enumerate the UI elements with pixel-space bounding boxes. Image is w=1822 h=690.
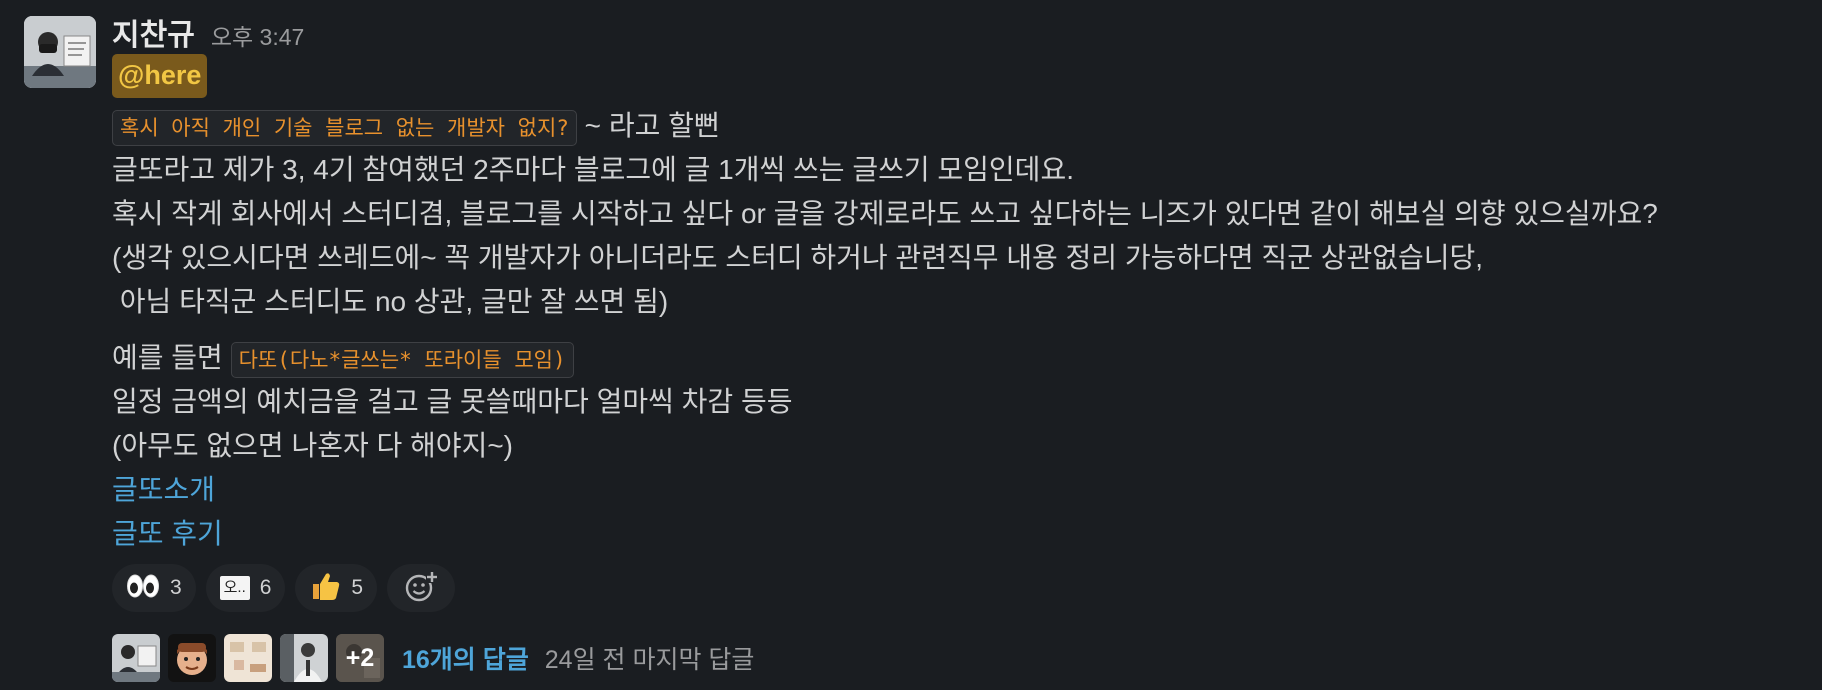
more-count: +2 [345,643,375,672]
thread-replies-link[interactable]: 16개의 답글 [402,640,529,676]
message-line: 일정 금액의 예치금을 걸고 글 못쓸때마다 얼마씩 차감 등등 [112,386,793,417]
thread-more-avatars: +2 [336,634,384,682]
thumbs-up-icon [309,570,341,606]
reaction-thumbs-up[interactable]: 5 [295,564,378,612]
thread-avatar [168,634,216,682]
message-line: (아무도 없으면 나혼자 다 해야지~) [112,430,513,461]
message-body: 지찬규 오후 3:47 @here 혹시 아직 개인 기술 블로그 없는 개발자… [112,10,1802,682]
thread-avatar [224,634,272,682]
message-line: 아님 타직군 스터디도 no 상관, 글만 잘 쓰면 됨) [112,286,669,317]
thread-avatar [112,634,160,682]
message-line: 혹시 작게 회사에서 스터디겸, 블로그를 시작하고 싶다 or 글을 강제로라… [112,198,1658,229]
message-line: (생각 있으시다면 쓰레드에~ 꼭 개발자가 아니더라도 스터디 하거나 관련직… [112,242,1484,273]
here-mention[interactable]: @here [112,54,208,98]
inline-code: 다또(다노*글쓰는* 또라이들 모임) [230,341,574,378]
sender-avatar[interactable] [24,16,96,88]
link-geultto-review[interactable]: 글또 후기 [112,512,1802,556]
sender-name[interactable]: 지찬규 [112,10,195,54]
reaction-custom-o[interactable]: 오.. 6 [205,564,286,612]
message-text: ~ 라고 할뻔 [576,110,720,141]
message-line: 예를 들면 다또(다노*글쓰는* 또라이들 모임) [112,336,1802,380]
reaction-count: 3 [170,576,182,599]
thread-summary[interactable]: +2 16개의 답글 24일 전 마지막 답글 [112,634,1802,682]
add-reaction-button[interactable] [387,564,456,612]
thread-avatar [280,634,328,682]
message-timestamp[interactable]: 오후 3:47 [211,18,304,52]
reaction-eyes[interactable]: 3 [112,564,196,612]
eyes-icon [126,573,160,603]
inline-code: 혹시 아직 개인 기술 블로그 없는 개발자 없지? [112,109,577,146]
last-reply-time: 24일 전 마지막 답글 [544,646,755,674]
message-header: 지찬규 오후 3:47 [112,10,1802,52]
custom-o-emoji-icon: 오.. [219,576,250,600]
reaction-count: 5 [351,576,364,599]
link-geultto-intro[interactable]: 글또소개 [112,468,1802,512]
message-line: 글또라고 제가 3, 4기 참여했던 2주마다 블로그에 글 1개씩 쓰는 글쓰… [112,154,1074,185]
message-line: 혹시 아직 개인 기술 블로그 없는 개발자 없지? ~ 라고 할뻔 [112,104,1802,148]
add-emoji-icon [404,569,439,608]
message-text: 예를 들면 [112,342,231,373]
message: 지찬규 오후 3:47 @here 혹시 아직 개인 기술 블로그 없는 개발자… [0,0,1822,690]
reactions-bar: 3 오.. 6 5 [112,564,1802,614]
reaction-count: 6 [259,576,272,599]
